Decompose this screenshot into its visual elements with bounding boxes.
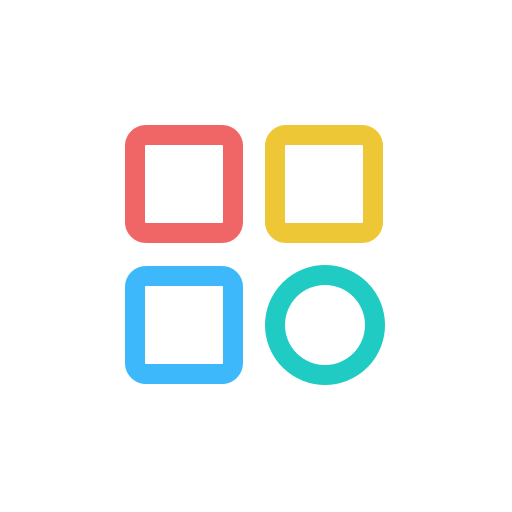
blue-square-icon xyxy=(125,266,243,384)
red-square-icon xyxy=(125,125,243,243)
yellow-square-icon xyxy=(265,125,383,243)
app-grid-icon xyxy=(125,125,385,385)
icon-canvas xyxy=(0,0,512,512)
teal-circle-icon xyxy=(265,265,385,385)
